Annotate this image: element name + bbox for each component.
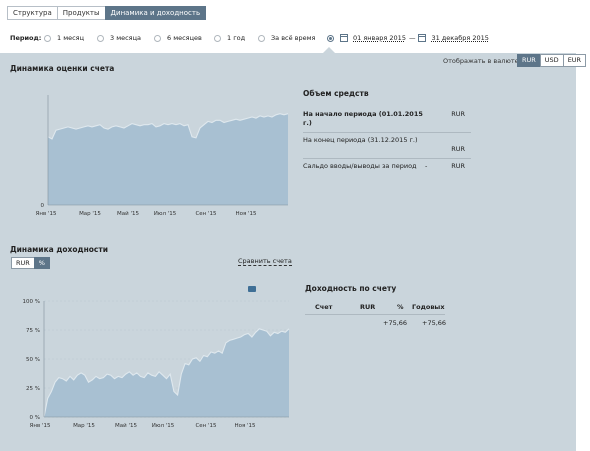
- yield-table-title: Доходность по счету: [305, 284, 397, 293]
- funds-start-label: На начало периода (01.01.2015 г.): [303, 110, 423, 127]
- yield-unit-switch: RUR %: [11, 257, 50, 269]
- x-tick-label: Май '15: [117, 210, 139, 217]
- x-tick-label: Сен '15: [195, 423, 217, 429]
- yield-rur-button[interactable]: RUR: [11, 257, 35, 269]
- charts-layer: Янв '15 Мар '15 Май '15 Июл '15 Сен '15 Ноя '…: [23, 95, 290, 429]
- col-percent: %: [397, 303, 404, 311]
- x-tick-label: Мар '15: [73, 423, 95, 429]
- x-tick-label: Июл '15: [154, 211, 177, 217]
- yield-percent-button[interactable]: %: [33, 257, 50, 269]
- y-tick-label: 25 %: [26, 386, 40, 392]
- funds-end-label: На конец периода (31.12.2015 г.): [303, 136, 418, 144]
- funds-saldo-value: -: [425, 162, 428, 170]
- yield-title: Динамика доходности: [10, 245, 108, 254]
- cell-percent: +75,66: [383, 319, 408, 327]
- yield-table-header: Счет RUR % Годовых: [305, 303, 445, 315]
- x-tick-label: Сен '15: [195, 211, 217, 217]
- y-tick-label: 0 %: [30, 415, 40, 421]
- funds-panel: Объем средств На начало периода (01.01.2…: [303, 89, 471, 173]
- yield-chart: Янв '15 Мар '15 Май '15 Июл '15 Сен '15 Ноя '…: [23, 299, 290, 429]
- funds-row-end: На конец периода (31.12.2015 г.) RUR: [303, 136, 471, 159]
- col-annual: Годовых: [412, 303, 445, 311]
- cell-annual: +75,66: [422, 319, 447, 327]
- y-tick-label: 0: [41, 203, 45, 209]
- x-tick-label: Янв '15: [36, 211, 57, 217]
- col-account: Счет: [315, 303, 333, 311]
- funds-title: Объем средств: [303, 89, 369, 98]
- x-tick-label: Май '15: [115, 422, 137, 429]
- x-tick-label: Ноя '15: [235, 211, 257, 217]
- x-tick-label: Июл '15: [152, 423, 175, 429]
- x-tick-label: Мар '15: [79, 211, 101, 217]
- x-tick-label: Янв '15: [30, 423, 51, 429]
- y-tick-label: 100 %: [23, 299, 40, 305]
- valuation-chart: Янв '15 Мар '15 Май '15 Июл '15 Сен '15 Ноя '…: [36, 95, 289, 217]
- y-tick-label: 50 %: [26, 357, 40, 363]
- x-tick-label: Ноя '15: [234, 423, 256, 429]
- yield-table: Доходность по счету Счет RUR % Годовых +…: [305, 284, 447, 330]
- funds-saldo-label: Сальдо вводы/выводы за период: [303, 162, 417, 170]
- funds-saldo-currency: RUR: [451, 162, 465, 170]
- compare-accounts-link[interactable]: Сравнить счета: [238, 257, 292, 266]
- funds-row-start: На начало периода (01.01.2015 г.) RUR: [303, 110, 471, 133]
- series-legend-marker[interactable]: [248, 286, 256, 292]
- col-rur: RUR: [360, 303, 376, 311]
- funds-end-currency: RUR: [451, 145, 465, 153]
- funds-start-currency: RUR: [451, 110, 465, 118]
- funds-row-saldo: Сальдо вводы/выводы за период - RUR: [303, 162, 471, 173]
- y-tick-label: 75 %: [26, 328, 40, 334]
- yield-table-row: +75,66 +75,66: [305, 319, 447, 330]
